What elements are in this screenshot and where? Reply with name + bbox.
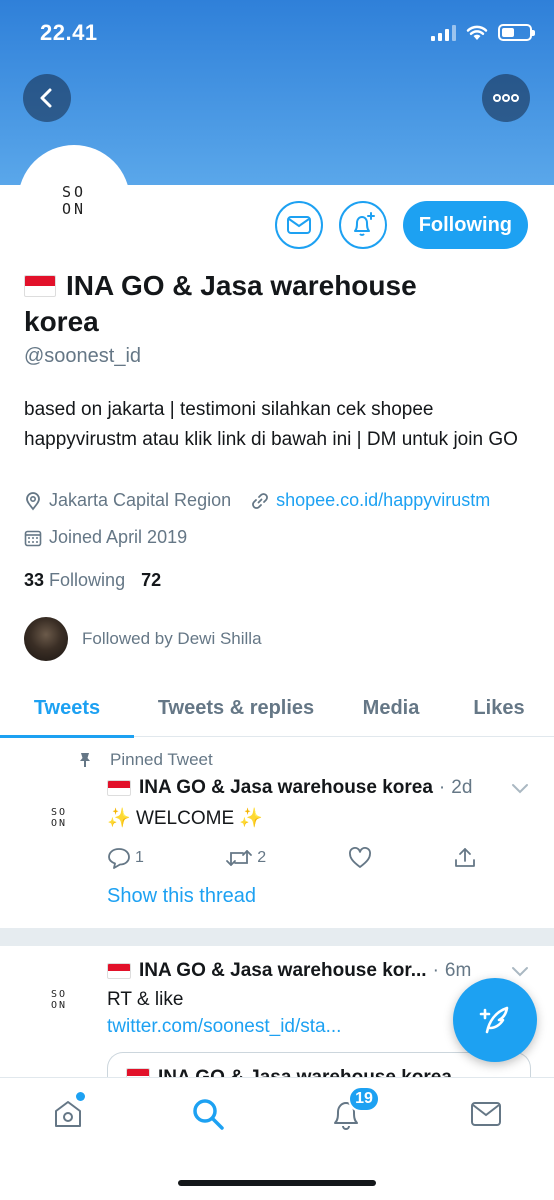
share-button[interactable] <box>453 846 477 870</box>
followers-count-link[interactable]: 72 <box>141 570 161 591</box>
home-unread-dot <box>76 1092 85 1101</box>
tweet-link[interactable]: twitter.com/soonest_id/sta... <box>107 1016 341 1038</box>
tweet-author[interactable]: INA GO & Jasa warehouse korea <box>139 777 433 799</box>
profile-avatar[interactable]: SO ON <box>18 145 130 257</box>
joined-text: Joined April 2019 <box>49 527 188 547</box>
tab-likes[interactable]: Likes <box>444 680 554 737</box>
profile-name: INA GO & Jasa warehouse korea <box>24 268 444 340</box>
tweet-avatar[interactable]: SO ON <box>24 965 94 1035</box>
profile-handle: @soonest_id <box>24 345 142 367</box>
retweet-count: 2 <box>257 849 267 866</box>
indonesia-flag-icon <box>107 963 131 979</box>
tweet-actions: 1 2 <box>107 846 477 870</box>
home-indicator <box>178 1180 376 1186</box>
envelope-icon <box>286 216 311 234</box>
like-button[interactable] <box>348 847 372 869</box>
ellipsis-icon <box>493 94 519 102</box>
website-link[interactable]: shopee.co.id/happyvirustm <box>276 490 490 511</box>
followed-by-text: Followed by Dewi Shilla <box>82 629 262 648</box>
home-icon <box>55 1101 81 1127</box>
tweet-avatar[interactable]: SO ON <box>24 783 94 853</box>
tweet-time: 6m <box>444 960 472 981</box>
chevron-left-icon <box>40 88 52 108</box>
share-icon <box>455 848 475 867</box>
notifications-badge: 19 <box>348 1086 380 1112</box>
pin-icon <box>80 753 90 767</box>
tweet-dot: · <box>438 777 446 798</box>
location-text: Jakarta Capital Region <box>49 490 232 510</box>
location: Jakarta Capital Region <box>24 490 231 511</box>
profile-actions: Following <box>274 201 528 249</box>
profile-bio: based on jakarta | testimoni silahkan ce… <box>24 399 518 450</box>
tweet-header: INA GO & Jasa warehouse korea · 2d <box>107 777 472 799</box>
status-time: 22.41 <box>40 20 98 45</box>
retweet-icon <box>226 850 253 866</box>
tab-tweets-replies[interactable]: Tweets & replies <box>134 680 338 737</box>
joined: Joined April 2019 <box>24 527 187 548</box>
indonesia-flag-icon <box>24 275 56 297</box>
back-button[interactable] <box>23 74 71 122</box>
reply-count: 1 <box>135 849 144 866</box>
tweet-header: INA GO & Jasa warehouse kor... · 6m <box>107 960 471 982</box>
wifi-icon <box>466 25 488 40</box>
tab-tweets[interactable]: Tweets <box>0 680 134 738</box>
link-icon <box>252 492 269 509</box>
envelope-icon <box>471 1102 501 1126</box>
show-thread-link[interactable]: Show this thread <box>107 885 256 908</box>
pinned-indicator: Pinned Tweet <box>78 750 213 770</box>
soon-logo: SO ON <box>61 182 87 218</box>
calendar-icon <box>24 530 42 546</box>
cellular-signal-icon <box>431 24 456 41</box>
profile-tabs: Tweets Tweets & replies Media Likes <box>0 680 554 738</box>
search-icon <box>193 1099 224 1130</box>
heart-icon <box>348 847 371 868</box>
chevron-down-icon[interactable] <box>510 782 530 796</box>
following-button[interactable]: Following <box>402 201 528 249</box>
follower-avatar <box>24 617 68 661</box>
status-icons <box>431 24 535 41</box>
compose-tweet-button[interactable] <box>453 978 537 1062</box>
sparkles-emoji: ✨ <box>107 808 131 829</box>
profile-meta: Jakarta Capital Region shopee.co.id/happ… <box>24 490 510 511</box>
nav-search[interactable] <box>188 1094 228 1134</box>
message-button[interactable] <box>274 201 323 249</box>
tweet-separator <box>0 928 554 946</box>
website[interactable]: shopee.co.id/happyvirustm <box>251 490 490 511</box>
location-pin-icon <box>26 491 40 510</box>
notify-button[interactable] <box>338 201 387 249</box>
followed-by-row[interactable]: Followed by Dewi Shilla <box>24 617 262 661</box>
follow-counts: 33 Following 72 <box>24 570 161 591</box>
profile-name-text: INA GO & Jasa warehouse korea <box>24 270 417 337</box>
more-options-button[interactable] <box>482 74 530 122</box>
tweet-dot: · <box>432 960 439 981</box>
reply-button[interactable]: 1 <box>107 847 144 869</box>
joined-row: Joined April 2019 <box>24 527 207 548</box>
tweet-author[interactable]: INA GO & Jasa warehouse kor... <box>139 960 427 982</box>
following-count-link[interactable]: 33 Following <box>24 570 125 591</box>
sparkles-emoji: ✨ <box>239 808 264 829</box>
nav-messages[interactable] <box>466 1094 506 1134</box>
chevron-down-icon[interactable] <box>510 965 530 979</box>
battery-icon <box>498 24 535 41</box>
tweet-time: 2d <box>451 777 473 798</box>
reply-icon <box>108 848 130 869</box>
tab-media[interactable]: Media <box>338 680 444 737</box>
indonesia-flag-icon <box>107 780 131 796</box>
bell-plus-icon <box>353 212 375 236</box>
soon-logo: SO ON <box>50 806 68 830</box>
tweet-text: ✨ WELCOME ✨ <box>107 808 264 829</box>
pinned-label: Pinned Tweet <box>110 750 213 769</box>
feather-compose-icon <box>479 1006 509 1034</box>
retweet-button[interactable]: 2 <box>225 847 266 869</box>
soon-logo: SO ON <box>50 988 68 1012</box>
tweet-text: RT & like <box>107 989 184 1010</box>
